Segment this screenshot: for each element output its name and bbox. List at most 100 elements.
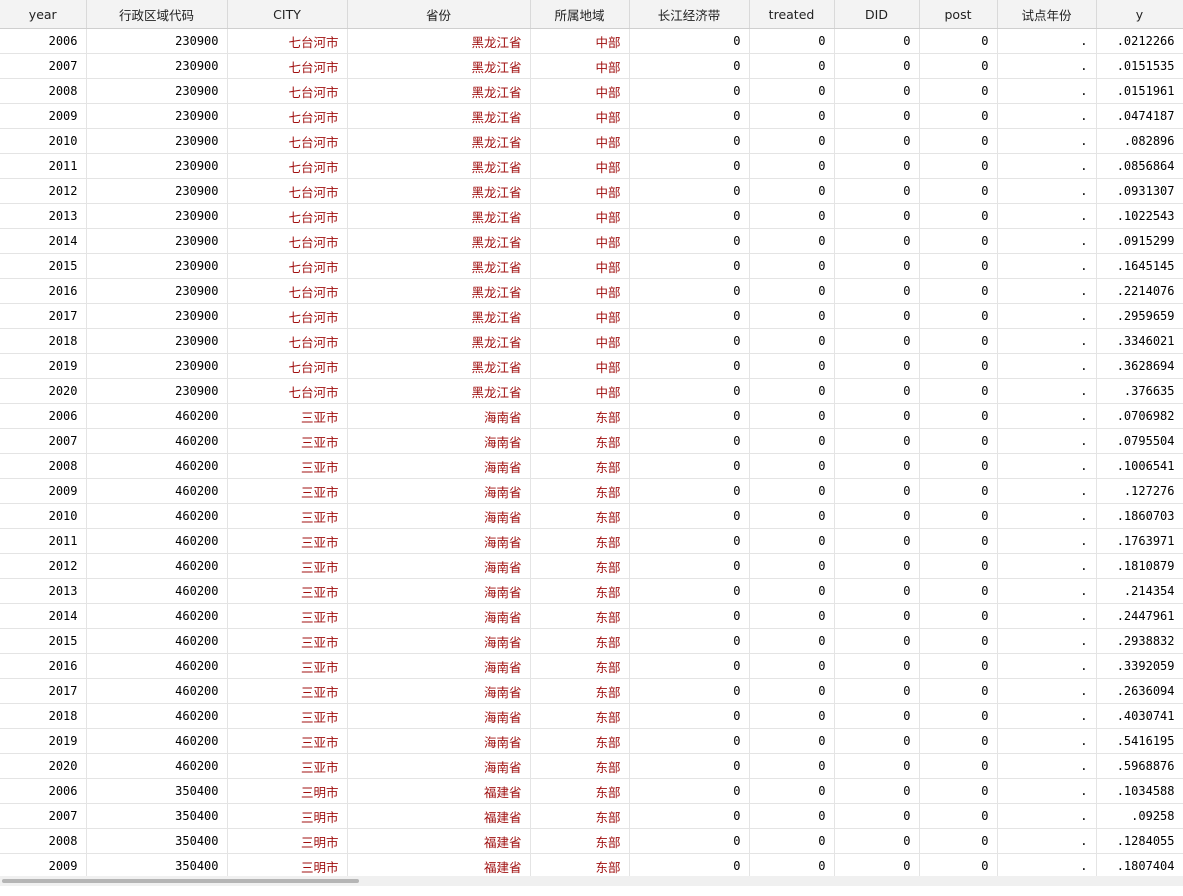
table-cell[interactable]: 三亚市 (227, 453, 348, 479)
table-cell[interactable]: 0 (834, 728, 920, 754)
table-cell[interactable]: 黑龙江省 (347, 303, 531, 329)
table-cell[interactable]: 中部 (530, 128, 630, 154)
table-row[interactable]: 2009 460200 三亚市 海南省 东部 0 0 0 0. .127276 (0, 478, 1183, 504)
table-cell[interactable]: 0 (919, 353, 998, 379)
table-cell[interactable]: 2016 (0, 278, 87, 304)
table-cell[interactable]: 230900 (86, 253, 228, 279)
table-cell[interactable]: . (997, 328, 1097, 354)
column-header-city[interactable]: CITY (227, 0, 348, 29)
table-cell[interactable]: 中部 (530, 253, 630, 279)
table-cell[interactable]: 三亚市 (227, 403, 348, 429)
column-header-region-code[interactable]: 行政区域代码 (86, 0, 228, 29)
table-cell[interactable]: 东部 (530, 553, 630, 579)
table-cell[interactable]: 东部 (530, 778, 630, 804)
table-cell[interactable]: 黑龙江省 (347, 153, 531, 179)
table-cell[interactable]: 0 (749, 378, 835, 404)
table-cell[interactable]: .2214076 (1096, 278, 1183, 304)
table-cell[interactable]: 三亚市 (227, 628, 348, 654)
table-cell[interactable]: 0 (919, 728, 998, 754)
table-cell[interactable]: 中部 (530, 103, 630, 129)
table-cell[interactable]: 三亚市 (227, 528, 348, 554)
table-cell[interactable]: . (997, 578, 1097, 604)
table-cell[interactable]: 东部 (530, 853, 630, 879)
table-cell[interactable]: 0 (919, 303, 998, 329)
table-cell[interactable]: 福建省 (347, 803, 531, 829)
table-cell[interactable]: 230900 (86, 228, 228, 254)
table-cell[interactable]: 2015 (0, 628, 87, 654)
table-cell[interactable]: . (997, 203, 1097, 229)
table-cell[interactable]: 0 (749, 253, 835, 279)
table-cell[interactable]: 350400 (86, 778, 228, 804)
table-cell[interactable]: 0 (834, 578, 920, 604)
table-cell[interactable]: 东部 (530, 528, 630, 554)
table-cell[interactable]: 东部 (530, 428, 630, 454)
table-cell[interactable]: 三亚市 (227, 753, 348, 779)
table-cell[interactable]: 0 (834, 603, 920, 629)
table-cell[interactable]: . (997, 53, 1097, 79)
table-row[interactable]: 2018 460200 三亚市 海南省 东部 0 0 0 0. .4030741 (0, 703, 1183, 729)
table-cell[interactable]: 0 (834, 428, 920, 454)
table-cell[interactable]: 230900 (86, 28, 228, 54)
table-cell[interactable]: 0 (629, 303, 750, 329)
table-cell[interactable]: 0 (834, 778, 920, 804)
table-cell[interactable]: 0 (629, 228, 750, 254)
table-cell[interactable]: 2014 (0, 228, 87, 254)
table-cell[interactable]: . (997, 603, 1097, 629)
table-row[interactable]: 2011 460200 三亚市 海南省 东部 0 0 0 0. .1763971 (0, 528, 1183, 554)
table-cell[interactable]: 0 (834, 153, 920, 179)
table-cell[interactable]: 0 (834, 353, 920, 379)
table-cell[interactable]: 0 (629, 478, 750, 504)
table-row[interactable]: 2017 460200 三亚市 海南省 东部 0 0 0 0. .2636094 (0, 678, 1183, 704)
table-cell[interactable]: 0 (749, 203, 835, 229)
table-cell[interactable]: 七台河市 (227, 103, 348, 129)
table-cell[interactable]: 230900 (86, 53, 228, 79)
table-cell[interactable]: .0151535 (1096, 53, 1183, 79)
table-cell[interactable]: 中部 (530, 28, 630, 54)
table-cell[interactable]: 七台河市 (227, 228, 348, 254)
table-cell[interactable]: 七台河市 (227, 128, 348, 154)
table-cell[interactable]: 中部 (530, 278, 630, 304)
table-cell[interactable]: .3628694 (1096, 353, 1183, 379)
table-cell[interactable]: 黑龙江省 (347, 253, 531, 279)
table-cell[interactable]: 0 (749, 453, 835, 479)
table-cell[interactable]: .0474187 (1096, 103, 1183, 129)
table-row[interactable]: 2012 230900 七台河市 黑龙江省 中部 0 0 0 0. .0931307 (0, 178, 1183, 204)
table-row[interactable]: 2007 350400 三明市 福建省 东部 0 0 0 0. .09258 (0, 803, 1183, 829)
table-row[interactable]: 2019 460200 三亚市 海南省 东部 0 0 0 0. .5416195 (0, 728, 1183, 754)
table-cell[interactable]: 七台河市 (227, 28, 348, 54)
table-cell[interactable]: 0 (629, 428, 750, 454)
table-cell[interactable]: . (997, 678, 1097, 704)
table-cell[interactable]: 2012 (0, 553, 87, 579)
table-cell[interactable]: 350400 (86, 853, 228, 879)
table-cell[interactable]: 460200 (86, 403, 228, 429)
table-cell[interactable]: 350400 (86, 828, 228, 854)
table-cell[interactable]: 黑龙江省 (347, 53, 531, 79)
table-cell[interactable]: 2020 (0, 753, 87, 779)
table-cell[interactable]: 0 (629, 253, 750, 279)
table-cell[interactable]: . (997, 453, 1097, 479)
table-cell[interactable]: 0 (919, 378, 998, 404)
table-row[interactable]: 2010 460200 三亚市 海南省 东部 0 0 0 0. .1860703 (0, 503, 1183, 529)
table-cell[interactable]: 三亚市 (227, 578, 348, 604)
table-cell[interactable]: 460200 (86, 503, 228, 529)
table-cell[interactable]: 三亚市 (227, 703, 348, 729)
table-cell[interactable]: 2008 (0, 78, 87, 104)
table-cell[interactable]: 2017 (0, 303, 87, 329)
column-header-region[interactable]: 所属地域 (530, 0, 630, 29)
table-cell[interactable]: 0 (919, 628, 998, 654)
table-cell[interactable]: 0 (834, 203, 920, 229)
table-cell[interactable]: 东部 (530, 803, 630, 829)
table-cell[interactable]: 0 (749, 603, 835, 629)
table-cell[interactable]: 0 (834, 453, 920, 479)
table-cell[interactable]: . (997, 703, 1097, 729)
table-cell[interactable]: .1645145 (1096, 253, 1183, 279)
table-cell[interactable]: 中部 (530, 178, 630, 204)
table-cell[interactable]: 0 (749, 328, 835, 354)
table-cell[interactable]: 230900 (86, 203, 228, 229)
table-cell[interactable]: 东部 (530, 453, 630, 479)
table-cell[interactable]: 230900 (86, 278, 228, 304)
table-cell[interactable]: . (997, 128, 1097, 154)
table-cell[interactable]: 2017 (0, 678, 87, 704)
table-cell[interactable]: 0 (919, 578, 998, 604)
table-cell[interactable]: .2959659 (1096, 303, 1183, 329)
